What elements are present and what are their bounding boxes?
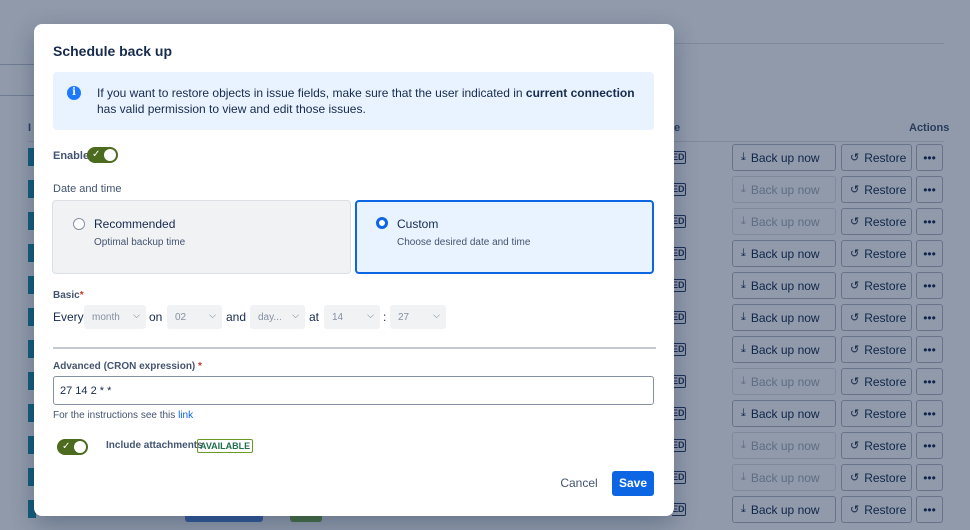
date-time-label: Date and time: [53, 183, 122, 195]
hour-select[interactable]: 14 ⌵: [324, 305, 380, 329]
day-select[interactable]: day... ⌵: [250, 305, 305, 329]
attachments-toggle[interactable]: ✓: [57, 439, 88, 455]
and-word: and: [226, 310, 247, 324]
date-value: 02: [175, 312, 187, 323]
required-mark: *: [198, 361, 202, 372]
radio-recommended[interactable]: [73, 218, 85, 230]
info-icon: i: [67, 86, 81, 100]
info-text-start: If you want to restore objects in issue …: [97, 86, 526, 100]
cancel-button[interactable]: Cancel: [553, 471, 605, 495]
save-button[interactable]: Save: [612, 471, 654, 496]
enable-toggle[interactable]: ✓: [87, 147, 118, 163]
option-custom[interactable]: Custom Choose desired date and time: [355, 200, 654, 274]
required-mark: *: [79, 290, 84, 301]
basic-schedule-row: Every month ⌵ on 02 ⌵ and day... ⌵ at 14…: [53, 305, 653, 329]
basic-label-text: Basic: [53, 290, 80, 301]
check-icon: ✓: [92, 149, 101, 160]
helper-text: For the instructions see this link: [53, 410, 193, 421]
cron-expression-input[interactable]: 27 14 2 * *: [53, 376, 654, 405]
hour-value: 14: [332, 312, 344, 323]
dialog-title: Schedule back up: [53, 43, 173, 59]
enable-label: Enable: [53, 150, 90, 162]
option-title: Recommended: [94, 217, 176, 231]
colon: :: [383, 310, 387, 324]
chevron-down-icon: ⌵: [133, 310, 140, 320]
every-word: Every: [53, 310, 84, 324]
radio-custom[interactable]: [376, 217, 388, 229]
chevron-down-icon: ⌵: [209, 310, 216, 320]
check-icon: ✓: [62, 441, 71, 452]
chevron-down-icon: ⌵: [367, 310, 374, 320]
on-word: on: [149, 310, 163, 324]
attachments-label: Include attachments: [106, 440, 203, 451]
at-word: at: [309, 310, 320, 324]
instructions-link[interactable]: link: [178, 410, 193, 421]
section-divider: [53, 347, 656, 349]
option-subtitle: Optimal backup time: [94, 237, 186, 248]
advanced-label-text: Advanced (CRON expression): [53, 361, 196, 372]
toggle-knob: [74, 441, 86, 453]
period-value: month: [92, 312, 120, 323]
option-recommended[interactable]: Recommended Optimal backup time: [52, 200, 351, 274]
minute-value: 27: [398, 312, 410, 323]
chevron-down-icon: ⌵: [433, 310, 440, 320]
period-select[interactable]: month ⌵: [84, 305, 146, 329]
cron-value: 27 14 2 * *: [60, 385, 112, 397]
schedule-backup-dialog: Schedule back up i If you want to restor…: [34, 24, 674, 516]
info-message: If you want to restore objects in issue …: [97, 85, 637, 117]
option-subtitle: Choose desired date and time: [397, 237, 531, 248]
chevron-down-icon: ⌵: [292, 310, 299, 320]
available-badge: AVAILABLE: [197, 439, 254, 453]
option-title: Custom: [397, 217, 439, 231]
advanced-label: Advanced (CRON expression) *: [53, 361, 202, 372]
helper-text-start: For the instructions see this: [53, 410, 179, 421]
basic-label: Basic*: [53, 290, 84, 301]
day-value: day...: [258, 312, 282, 323]
toggle-knob: [104, 149, 116, 161]
info-text-bold: current connection: [525, 86, 635, 100]
info-section-message: i If you want to restore objects in issu…: [53, 72, 654, 130]
info-text-end: has valid permission to view and edit th…: [97, 102, 366, 116]
date-select[interactable]: 02 ⌵: [167, 305, 222, 329]
minute-select[interactable]: 27 ⌵: [390, 305, 446, 329]
